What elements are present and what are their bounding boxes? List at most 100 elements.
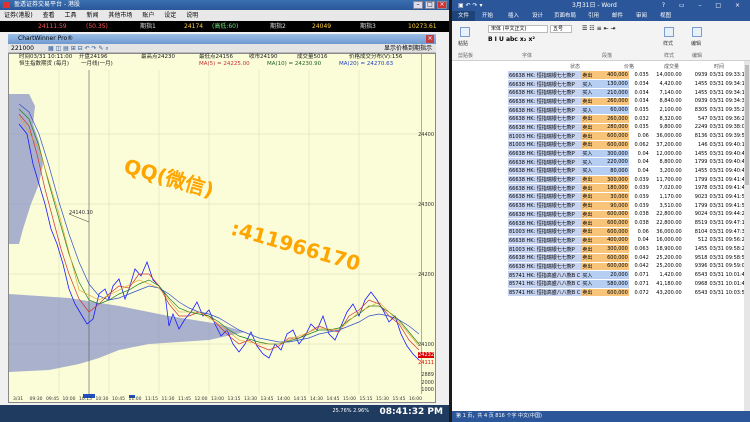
quick-access-icons[interactable]: ▣ ↶ ↷ ▾ [458,0,482,11]
cell-qty: 300,000 [604,244,629,254]
col-time: 时间 [714,64,725,70]
y-tick: 24100 [418,342,434,348]
cell-broker: 512 [682,236,709,246]
taskbar: 25.76% 2.96% 08:41:32 PM [0,405,449,422]
cell-broker: 146 [682,140,709,150]
x-tick: 10:45 [112,397,125,402]
ticker-value: (50.35) [86,23,108,30]
cell-broker: 9518 [682,253,709,263]
show-expiry-button[interactable]: 显示价格到期指示 [384,44,432,53]
cell-broker: 1799 [682,175,709,185]
cell-price: 0.038 [628,218,650,228]
cell-qty: 260,000 [604,97,629,107]
styles-icon[interactable] [664,27,674,37]
tab-mailings[interactable]: 邮件 [612,11,623,21]
document-area[interactable]: 状态 价格 成交量 时间 66638 HK: 恒指瑞银七七熊P 卖出 400,000… [452,61,750,413]
cell-side: 买入 [581,270,605,280]
vertical-scrollbar[interactable] [744,61,750,411]
cell-price: 0.04 [628,157,650,168]
cell-code: 66638 HK: 恒指瑞银七七熊P [508,218,582,228]
cell-broker: 8104 [682,227,709,237]
window-controls[interactable]: ? ▭ – □ × [662,0,746,11]
group-clipboard: 剪贴板 [458,53,474,59]
table-row: 66638 HK: 恒指瑞银七七熊P 卖出 260,000 0.032 8,320.00… [508,114,750,124]
menu-item[interactable]: 查看 [39,10,59,21]
menu-item[interactable]: 证券(港股) [0,10,37,21]
price-tag: 24111 [418,360,434,366]
scroll-thumb[interactable] [745,65,749,185]
menu-item[interactable]: 设定 [160,10,180,21]
x-tick: 10:00 [62,397,76,402]
menu-item[interactable]: 其他市场 [104,10,136,21]
symbol-code[interactable]: 221000 [11,44,34,53]
price-chart[interactable]: 时间03/31 10:11:00 开盘24196 最高点24230 最低点241… [8,53,436,403]
tab-file[interactable]: 文件 [452,11,476,21]
x-tick: 10:30 [95,397,109,402]
cell-code: 66638 HK: 恒指瑞银七七熊P [508,88,582,98]
chart-close-button[interactable]: × [426,35,434,43]
x-tick: 14:00 [277,397,290,402]
cell-amount: 25,200.00 [649,253,683,263]
ticker-value: (高低:60) [212,23,239,30]
ticker-value: 10273.61 [408,23,437,30]
cell-amount: 2,100.00 [649,105,683,115]
toolbar-icons[interactable]: ▦ ◫ ▤ ⊞ ⊟ ↶ ↷ ✎ ⌕ [48,44,109,53]
cell-amount: 7,140.00 [649,88,683,98]
cell-broker: 1978 [682,183,709,194]
x-tick: 12:00 [194,397,208,402]
x-tick: 15:45 [392,397,406,402]
x-tick: 10:15 [79,397,92,402]
cell-broker: 8519 [682,218,709,228]
table-row: 81003 HK: 恒指瑞银七七熊P 卖出 600,000 0.06 36,000.00… [508,131,750,141]
editing-icon[interactable] [692,27,702,37]
cell-price: 0.04 [628,149,650,159]
tray-value: 25.76% [332,408,352,414]
paste-icon[interactable] [460,27,470,37]
ticker-label: 期指1 [140,23,156,30]
table-row: 66638 HK: 恒指瑞银七七熊P 卖出 400,000 0.04 16,000.00… [508,236,750,246]
cell-qty: 80,000 [604,166,629,176]
table-row: 66638 HK: 恒指瑞银七七熊P 买入 130,000 0.034 4,420.00… [508,79,750,89]
paragraph-buttons[interactable]: ☰ ☷ ≡ ⇤ ⇥ [582,25,615,32]
cell-amount: 25,200.00 [649,262,683,272]
cell-side: 买入 [581,149,605,159]
format-buttons[interactable]: B I U abc x₂ x² [488,36,535,43]
menu-item[interactable]: 工具 [61,10,81,21]
cell-price: 0.06 [628,131,650,141]
tab-design[interactable]: 设计 [532,11,543,21]
cell-price: 0.035 [628,71,650,81]
cell-side: 卖出 [581,192,605,202]
price-tag: 24232 [418,352,434,358]
cell-price: 0.032 [628,114,650,124]
cell-side: 卖出 [581,183,605,194]
tab-insert[interactable]: 插入 [508,11,519,21]
tab-home[interactable]: 开始 [482,11,493,21]
cell-code: 66638 HK: 恒指瑞银七七熊P [508,262,582,272]
minimize-button[interactable]: – [413,1,423,9]
cell-broker: 9024 [682,210,709,220]
cell-amount: 9,800.00 [649,123,683,133]
cell-side: 卖出 [581,262,605,272]
maximize-button[interactable]: □ [425,1,435,9]
cell-broker: 9023 [682,192,709,202]
font-size-box[interactable]: 五号 [550,25,572,33]
cell-qty: 600,000 [604,253,629,263]
tab-references[interactable]: 引用 [588,11,599,21]
menu-item[interactable]: 新闻 [82,10,102,21]
tab-layout[interactable]: 页面布局 [554,11,576,21]
menu-item[interactable]: 账户 [138,10,158,21]
cell-amount: 12,000.00 [649,149,683,159]
close-button[interactable]: × [437,1,447,9]
menu-item[interactable]: 说明 [182,10,202,21]
chart-window-title-text: ChartWinner Pro® [18,35,74,42]
x-tick: 13:30 [244,397,257,402]
font-name-box[interactable]: 宋体 (中文正文) [488,25,548,33]
cell-side: 卖出 [581,227,605,237]
x-tick: 15:00 [343,397,356,402]
table-row: 85741 HK: 恒指高盛八八熊B C 卖出 600,000 0.072 43,200… [508,288,750,298]
cell-amount: 43,200.00 [649,288,683,298]
tab-view[interactable]: 视图 [660,11,671,21]
tab-review[interactable]: 审阅 [636,11,647,21]
cell-broker: 6543 [682,288,709,298]
cell-price: 0.039 [628,183,650,194]
